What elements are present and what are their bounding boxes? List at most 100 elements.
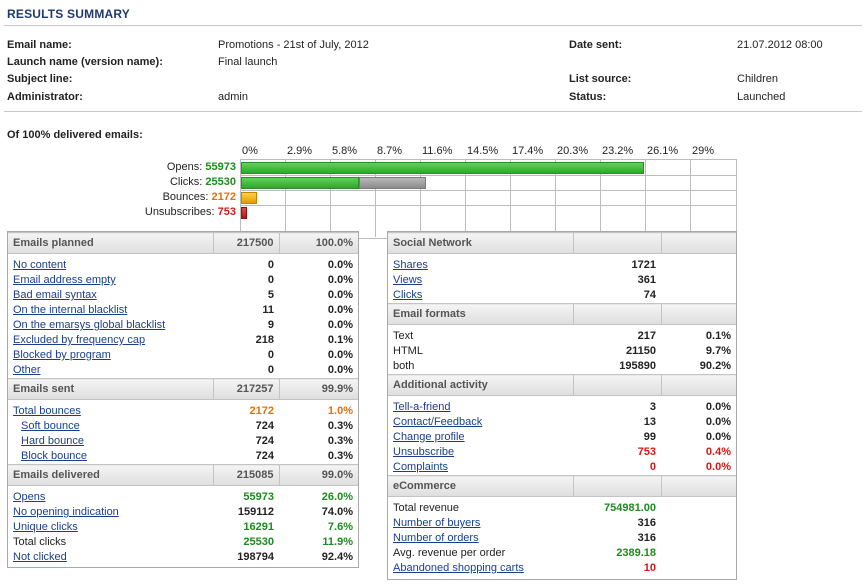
row-link[interactable]: No opening indication — [13, 506, 119, 518]
row-link[interactable]: Bad email syntax — [13, 289, 97, 301]
row-link[interactable]: Blocked by program — [13, 349, 111, 361]
row-label-cell: On the emarsys global blacklist — [8, 318, 213, 333]
gridline — [645, 159, 646, 237]
gridline — [240, 175, 736, 176]
row-link[interactable]: Block bounce — [21, 450, 87, 462]
row-count: 2389.18 — [616, 547, 656, 559]
row-label-cell: Tell-a-friend — [388, 396, 573, 416]
table-row: Change profile 99 0.0% — [388, 430, 736, 445]
table-row: No opening indication 159112 74.0% — [8, 505, 358, 520]
row-label-cell: both — [388, 359, 573, 375]
row-link[interactable]: On the internal blacklist — [13, 304, 127, 316]
row-link[interactable]: Soft bounce — [21, 420, 80, 432]
row-count: 0 — [267, 274, 274, 286]
row-percent: 0.3% — [327, 435, 353, 447]
row-link[interactable]: No content — [13, 259, 66, 271]
row-link[interactable]: Unsubscribe — [393, 446, 454, 458]
section-header-pct: 99.9% — [278, 378, 358, 400]
row-count: 753 — [637, 446, 656, 458]
row-count: 724 — [255, 450, 274, 462]
row-label-cell: Total revenue — [388, 497, 573, 517]
row-percent: 0.4% — [705, 446, 731, 458]
section-header-pct — [660, 232, 736, 254]
row-link[interactable]: Change profile — [393, 431, 465, 443]
info-value: Promotions - 21st of July, 2012 — [218, 39, 369, 51]
row-label: Total clicks — [13, 536, 67, 548]
row-percent — [661, 546, 736, 561]
row-link[interactable]: Email address empty — [13, 274, 116, 286]
section-header: Additional activity — [388, 374, 736, 396]
row-link[interactable]: Contact/Feedback — [393, 416, 482, 428]
info-label: Status: — [569, 91, 607, 103]
row-link[interactable]: Excluded by frequency cap — [13, 334, 145, 346]
row-label-cell: Unique clicks — [8, 520, 213, 535]
row-label-cell: Blocked by program — [8, 348, 213, 363]
row-link[interactable]: Complaints — [393, 461, 448, 473]
info-label: Email name: — [7, 39, 72, 51]
row-count: 99 — [643, 431, 656, 443]
table-row: Text 217 0.1% — [388, 325, 736, 345]
section-header: Social Network — [388, 232, 736, 254]
row-label: Avg. revenue per order — [393, 547, 506, 559]
row-label: Total revenue — [393, 502, 460, 514]
row-label-cell: Bad email syntax — [8, 288, 213, 303]
bar-label: Clicks: 25530 — [169, 176, 236, 188]
row-link[interactable]: Hard bounce — [21, 435, 84, 447]
delivered-caption: Of 100% delivered emails: — [7, 129, 143, 141]
bar-label-name: Opens — [166, 161, 200, 173]
table-row: On the internal blacklist 11 0.0% — [8, 303, 358, 318]
row-link[interactable]: Clicks — [393, 289, 422, 301]
row-link[interactable]: Not clicked — [13, 551, 67, 563]
divider — [4, 25, 862, 26]
row-link[interactable]: Other — [13, 364, 41, 376]
row-link[interactable]: Tell-a-friend — [393, 401, 450, 413]
bar-label-value: 753 — [217, 206, 236, 218]
table-row: Other 0 0.0% — [8, 363, 358, 379]
row-link[interactable]: Total bounces — [13, 405, 81, 417]
row-link[interactable]: Unique clicks — [13, 521, 78, 533]
row-label-cell: Contact/Feedback — [388, 415, 573, 430]
row-link[interactable]: Number of buyers — [393, 517, 480, 529]
section-header-pct: 100.0% — [278, 232, 358, 254]
row-percent: 0.0% — [327, 349, 353, 361]
row-link[interactable]: Shares — [393, 259, 428, 271]
row-count: 2172 — [249, 405, 274, 417]
bar-label-name: Clicks — [169, 176, 200, 188]
row-link[interactable]: Abandoned shopping carts — [393, 562, 524, 574]
delivery-bar-chart: 0% 2.9% 5.8% 8.7% 11.6% 14.5% 17.4% 20.3% 23.2% 2… — [0, 145, 740, 239]
row-count: 754981.00 — [604, 502, 656, 514]
row-count: 198794 — [237, 551, 274, 563]
section-header: Emails sent 217257 99.9% — [8, 378, 358, 400]
gridline — [240, 190, 736, 191]
row-count: 9 — [267, 319, 274, 331]
row-percent: 0.0% — [705, 461, 731, 473]
section-header: eCommerce — [388, 475, 736, 497]
row-count: 316 — [637, 517, 656, 529]
table-row: Hard bounce 724 0.3% — [8, 434, 358, 449]
table-row: Total revenue 754981.00 — [388, 497, 736, 517]
table-row: Contact/Feedback 13 0.0% — [388, 415, 736, 430]
x-tick-label: 2.9% — [287, 145, 313, 157]
row-count: 195890 — [619, 360, 656, 372]
row-link[interactable]: Number of orders — [393, 532, 479, 544]
table-row: Total bounces 2172 1.0% — [8, 400, 358, 420]
section-header: Emails delivered 215085 99.0% — [8, 464, 358, 486]
info-label: Administrator: — [7, 91, 83, 103]
row-count: 25530 — [243, 536, 274, 548]
row-label-cell: HTML — [388, 344, 573, 359]
x-tick-label: 20.3% — [557, 145, 589, 157]
row-percent: 0.0% — [705, 431, 731, 443]
section-header-label: eCommerce — [388, 475, 573, 497]
x-tick-label: 0% — [242, 145, 258, 157]
row-link[interactable]: On the emarsys global blacklist — [13, 319, 165, 331]
row-link[interactable]: Views — [393, 274, 422, 286]
row-label-cell: Total clicks — [8, 535, 213, 550]
row-link[interactable]: Opens — [13, 491, 45, 503]
row-percent: 74.0% — [321, 506, 353, 518]
row-count: 74 — [643, 289, 656, 301]
bar-bounces — [241, 192, 257, 204]
row-count: 55973 — [243, 491, 274, 503]
table-row: Blocked by program 0 0.0% — [8, 348, 358, 363]
row-count: 0 — [267, 349, 274, 361]
x-tick-label: 5.8% — [332, 145, 358, 157]
